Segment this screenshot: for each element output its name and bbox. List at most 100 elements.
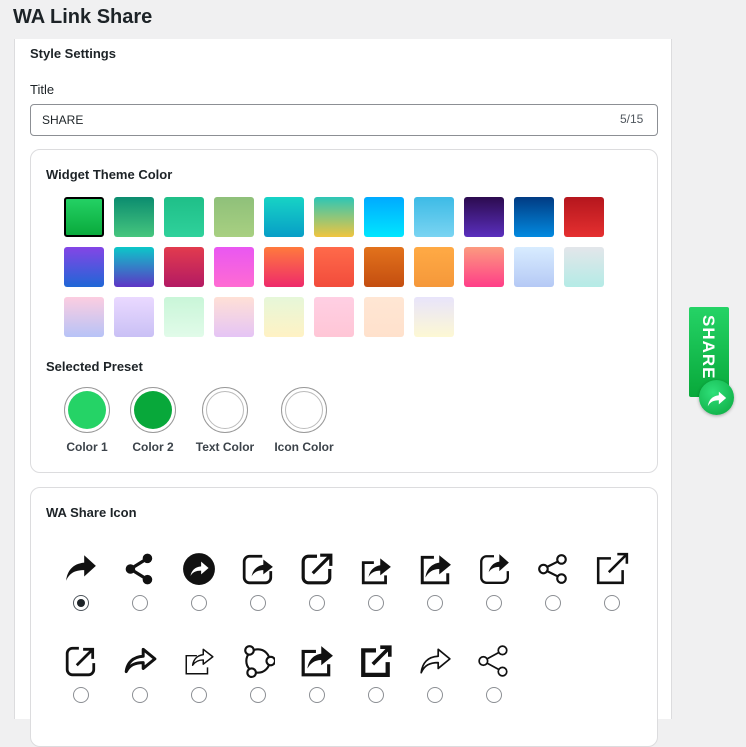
preset-color-1-label: Color 1: [66, 440, 108, 454]
theme-swatch[interactable]: [464, 247, 504, 287]
share-icon-option[interactable]: [354, 552, 398, 611]
title-char-counter: 5/15: [620, 112, 644, 126]
share-icon-option[interactable]: [531, 552, 575, 611]
share-icon-radio[interactable]: [191, 595, 207, 611]
theme-swatch[interactable]: [164, 297, 204, 337]
preset-icon-color-dot: [285, 391, 323, 429]
share-circle-icon: [183, 553, 215, 585]
share-nodes-icon: [125, 553, 153, 585]
share-icon-option[interactable]: [236, 552, 280, 611]
share-icon-option[interactable]: [295, 644, 339, 703]
theme-swatch[interactable]: [514, 247, 554, 287]
share-icon-card: WA Share Icon: [30, 487, 658, 747]
share-icon-radio[interactable]: [486, 687, 502, 703]
share-icon-radio[interactable]: [250, 687, 266, 703]
preset-icon-color[interactable]: Icon Color: [274, 387, 334, 454]
preset-color-2-label: Color 2: [132, 440, 174, 454]
share-arrow-icon: [66, 555, 96, 581]
theme-swatch[interactable]: [414, 247, 454, 287]
preset-color-1[interactable]: Color 1: [64, 387, 110, 454]
theme-swatch[interactable]: [114, 197, 154, 237]
share-icon-radio[interactable]: [309, 595, 325, 611]
theme-swatch[interactable]: [314, 297, 354, 337]
share-icon-heading: WA Share Icon: [46, 505, 137, 520]
theme-swatch[interactable]: [214, 197, 254, 237]
share-box-thin-icon: [185, 648, 214, 675]
preset-text-color[interactable]: Text Color: [196, 387, 254, 454]
preset-color-2[interactable]: Color 2: [130, 387, 176, 454]
share-icon-radio[interactable]: [486, 595, 502, 611]
share-icon-option[interactable]: [354, 644, 398, 703]
share-icon-radio[interactable]: [73, 595, 89, 611]
share-icon-option[interactable]: [177, 552, 221, 611]
share-icon-option[interactable]: [413, 644, 457, 703]
theme-swatch[interactable]: [364, 297, 404, 337]
share-icon-radio[interactable]: [427, 687, 443, 703]
share-square-arrow-icon: [242, 554, 273, 585]
share-icon-radio[interactable]: [368, 595, 384, 611]
external-link-rounded-icon: [301, 553, 333, 585]
theme-swatch[interactable]: [564, 197, 604, 237]
theme-swatch[interactable]: [364, 247, 404, 287]
share-icon-option[interactable]: [590, 552, 634, 611]
share-icon-option[interactable]: [472, 552, 516, 611]
share-icon-radio[interactable]: [545, 595, 561, 611]
share-icon-radio[interactable]: [191, 687, 207, 703]
share-icon-option[interactable]: [295, 552, 339, 611]
theme-swatch[interactable]: [414, 297, 454, 337]
theme-swatch[interactable]: [314, 247, 354, 287]
share-icon-option[interactable]: [118, 552, 162, 611]
share-nodes-thin-icon: [478, 645, 508, 677]
theme-swatch[interactable]: [164, 197, 204, 237]
theme-swatch[interactable]: [214, 297, 254, 337]
theme-swatch[interactable]: [214, 247, 254, 287]
theme-color-card: Widget Theme Color Selected Preset Color…: [30, 149, 658, 473]
share-box-rounded-icon: [480, 554, 509, 584]
theme-swatch[interactable]: [114, 297, 154, 337]
share-box-bold-icon: [301, 646, 333, 677]
theme-swatch[interactable]: [64, 197, 104, 237]
share-icon-radio[interactable]: [250, 595, 266, 611]
share-icon-option[interactable]: [59, 644, 103, 703]
share-icon-option[interactable]: [472, 644, 516, 703]
section-title: Style Settings: [30, 46, 116, 61]
theme-swatch[interactable]: [64, 247, 104, 287]
theme-swatch[interactable]: [114, 247, 154, 287]
share-icon-radio[interactable]: [427, 595, 443, 611]
theme-swatch[interactable]: [314, 197, 354, 237]
theme-swatch[interactable]: [364, 197, 404, 237]
share-box-arrow-icon: [361, 558, 391, 585]
theme-swatch[interactable]: [414, 197, 454, 237]
share-icon-radio[interactable]: [309, 687, 325, 703]
theme-swatch[interactable]: [264, 247, 304, 287]
share-widget-button[interactable]: [699, 380, 734, 415]
share-arrow-icon: [707, 391, 726, 406]
share-icon-option[interactable]: [413, 552, 457, 611]
share-arrow-thin-icon: [420, 648, 451, 674]
share-icon-radio[interactable]: [132, 595, 148, 611]
theme-swatch[interactable]: [164, 247, 204, 287]
share-widget-label: SHARE: [699, 315, 718, 380]
share-icon-option[interactable]: [177, 644, 221, 703]
share-box-solid-icon: [420, 555, 451, 585]
theme-swatch[interactable]: [514, 197, 554, 237]
external-link-small-icon: [65, 646, 96, 677]
theme-swatch[interactable]: [264, 197, 304, 237]
share-network-ring-icon: [244, 645, 275, 678]
theme-swatch[interactable]: [264, 297, 304, 337]
share-icon-option[interactable]: [59, 552, 103, 611]
share-icon-radio[interactable]: [132, 687, 148, 703]
share-icon-radio[interactable]: [604, 595, 620, 611]
preset-text-color-dot: [206, 391, 244, 429]
title-input[interactable]: [30, 104, 658, 136]
share-icon-radio[interactable]: [73, 687, 89, 703]
theme-swatch[interactable]: [464, 197, 504, 237]
share-icon-radio[interactable]: [368, 687, 384, 703]
share-arrow-outline-icon: [124, 647, 157, 674]
theme-swatch[interactable]: [564, 247, 604, 287]
theme-swatch[interactable]: [64, 297, 104, 337]
preset-color-2-dot: [134, 391, 172, 429]
share-icon-option[interactable]: [236, 644, 280, 703]
preset-color-1-dot: [68, 391, 106, 429]
share-icon-option[interactable]: [118, 644, 162, 703]
